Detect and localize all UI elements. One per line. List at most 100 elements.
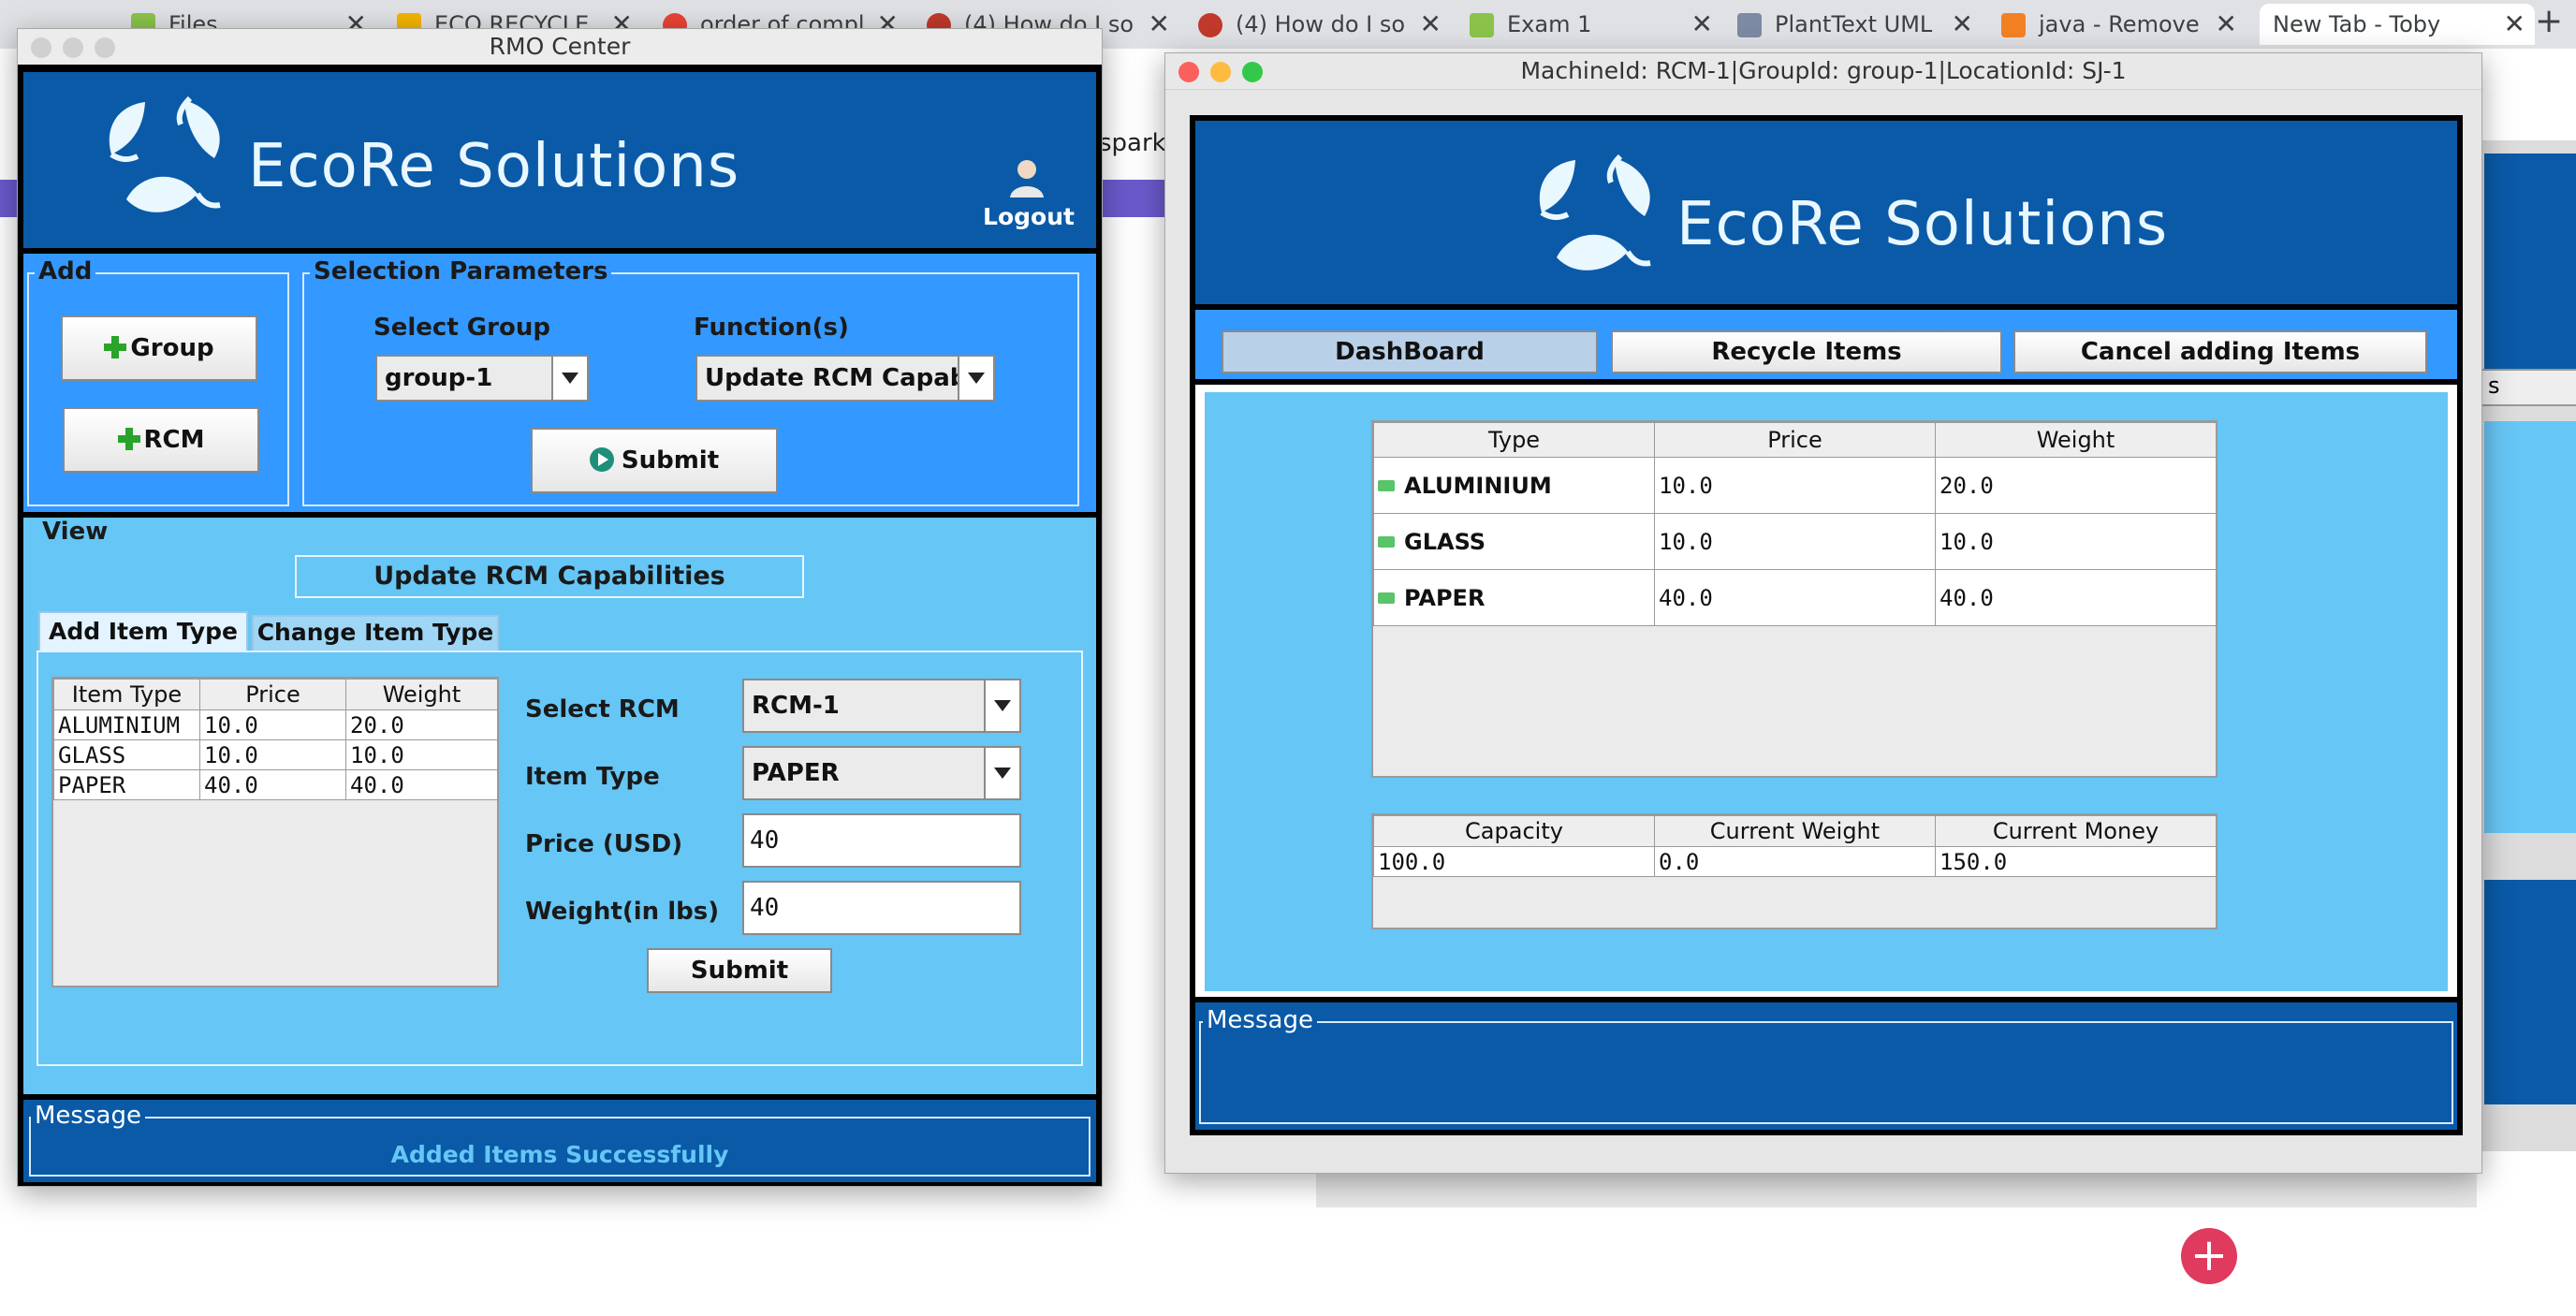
tab-cancel-adding-items[interactable]: Cancel adding Items [2013,330,2427,373]
column-header[interactable]: Price [199,679,346,710]
brand-name: EcoRe Solutions [248,132,740,201]
column-header[interactable]: Price [1654,422,1936,458]
close-icon[interactable]: ✕ [1691,4,1713,45]
selection-submit-label: Submit [621,446,720,475]
item-type-select-value: PAPER [752,759,840,787]
function-select-value: Update RCM Capabi... [705,364,995,392]
weight-label: Weight(in lbs) [525,898,720,926]
tab-change-item-type[interactable]: Change Item Type [252,615,499,651]
status-table: Capacity Current Weight Current Money 10… [1373,815,2217,877]
view-title: View [38,518,112,546]
table-cell: 10.0 [345,739,498,770]
quora-icon [1198,13,1222,37]
table-cell: 0.0 [1654,846,1936,877]
add-fab-button[interactable]: + [2181,1228,2237,1284]
close-icon[interactable]: ✕ [1952,4,1973,45]
column-header[interactable]: Capacity [1373,815,1655,847]
table-row[interactable]: PAPER 40.0 40.0 [53,769,498,800]
table-row[interactable]: GLASS 10.0 10.0 [1373,513,2217,570]
window-title: MachineId: RCM-1|GroupId: group-1|Locati… [1520,57,2127,84]
rmo-view-panel: View Update RCM Capabilities Add Item Ty… [23,518,1096,1094]
rmo-top-panel: Add Group RCM Selection Parameters Selec… [23,254,1096,512]
zoom-window-icon[interactable] [95,37,115,58]
chevron-down-icon[interactable] [551,357,587,400]
browser-tab-active[interactable]: New Tab - Toby ✕ [2260,4,2535,45]
table-row[interactable]: PAPER 40.0 40.0 [1373,569,2217,626]
close-icon[interactable]: ✕ [1149,4,1170,45]
table-row[interactable]: 100.0 0.0 150.0 [1373,846,2217,877]
column-header[interactable]: Current Money [1935,815,2217,847]
group-select[interactable]: group-1 [375,355,589,402]
close-icon[interactable]: ✕ [2216,4,2237,45]
browser-tab-label: (4) How do I so [1236,11,1406,37]
table-cell: 10.0 [1935,513,2217,570]
close-icon[interactable]: ✕ [1420,4,1442,45]
recycle-item-icon [1378,479,1395,491]
new-tab-button[interactable]: + [2535,2,2563,40]
browser-tab[interactable]: PlantText UML ✕ [1737,4,1983,45]
table-cell: 40.0 [1935,569,2217,626]
logout-link[interactable]: Logout [982,203,1076,230]
close-window-icon[interactable] [31,37,51,58]
chevron-down-icon[interactable] [984,748,1019,798]
recycle-item-icon [1378,535,1395,548]
column-header[interactable]: Weight [345,679,498,710]
rmo-message-panel: Message Added Items Successfully [23,1100,1096,1182]
select-rcm-label: Select RCM [525,695,680,724]
add-rcm-button[interactable]: RCM [63,407,259,473]
chevron-down-icon[interactable] [984,680,1019,731]
item-submit-button[interactable]: Submit [647,948,832,993]
browser-tab[interactable]: Exam 1 ✕ [1470,4,1722,45]
items-table: Type Price Weight ALUMINIUM 10.0 20.0 GL… [1373,422,2217,626]
browser-tab-label: PlantText UML [1775,11,1933,37]
item-table: Item Type Price Weight ALUMINIUM 10.0 20… [53,679,498,800]
tab-content: Item Type Price Weight ALUMINIUM 10.0 20… [37,651,1083,1066]
background-page-text: sparkj [1099,129,1173,157]
rcm-select[interactable]: RCM-1 [742,679,1021,733]
message-title: Message [1203,1006,1317,1034]
table-cell: 40.0 [1654,569,1936,626]
item-type-label: Item Type [525,763,660,791]
browser-tab[interactable]: (4) How do I so ✕ [1198,4,1451,45]
table-cell: PAPER [53,769,200,800]
tab-add-item-type[interactable]: Add Item Type [38,611,248,651]
table-row[interactable]: ALUMINIUM 10.0 20.0 [53,709,498,740]
rmo-header: EcoRe Solutions Logout [23,72,1096,248]
table-cell: 10.0 [199,739,346,770]
browser-tab[interactable]: java - Remove ✕ [2001,4,2247,45]
tab-recycle-items[interactable]: Recycle Items [1611,330,2002,373]
zoom-window-icon[interactable] [1242,62,1263,82]
table-cell: ALUMINIUM [1404,472,1552,499]
chevron-down-icon[interactable] [958,357,993,400]
status-message: Added Items Successfully [390,1141,729,1168]
minimize-window-icon[interactable] [63,37,83,58]
rcm-header: EcoRe Solutions [1195,121,2457,304]
table-cell: GLASS [53,739,200,770]
close-window-icon[interactable] [1178,62,1199,82]
minimize-window-icon[interactable] [1210,62,1231,82]
rcm-window: MachineId: RCM-1|GroupId: group-1|Locati… [1164,52,2482,1174]
close-icon[interactable]: ✕ [2504,4,2525,45]
column-header[interactable]: Type [1373,422,1655,458]
table-cell: GLASS [1404,528,1486,555]
price-input[interactable]: 40 [742,813,1021,868]
play-icon [589,447,614,472]
table-cell: 20.0 [345,709,498,740]
window-title: RMO Center [489,33,631,60]
view-heading: Update RCM Capabilities [295,555,804,598]
tab-dashboard[interactable]: DashBoard [1222,330,1598,373]
select-group-label: Select Group [373,314,550,342]
item-type-select[interactable]: PAPER [742,746,1021,800]
column-header[interactable]: Current Weight [1654,815,1936,847]
selection-submit-button[interactable]: Submit [531,428,778,493]
add-group-button[interactable]: Group [61,315,257,381]
column-header[interactable]: Weight [1935,422,2217,458]
background-button: s [2481,369,2576,406]
table-row[interactable]: GLASS 10.0 10.0 [53,739,498,770]
weight-input[interactable]: 40 [742,881,1021,935]
rcm-message-panel: Message [1195,1002,2457,1130]
function-select[interactable]: Update RCM Capabi... [695,355,995,402]
table-cell: ALUMINIUM [53,709,200,740]
column-header[interactable]: Item Type [53,679,200,710]
table-row[interactable]: ALUMINIUM 10.0 20.0 [1373,457,2217,514]
